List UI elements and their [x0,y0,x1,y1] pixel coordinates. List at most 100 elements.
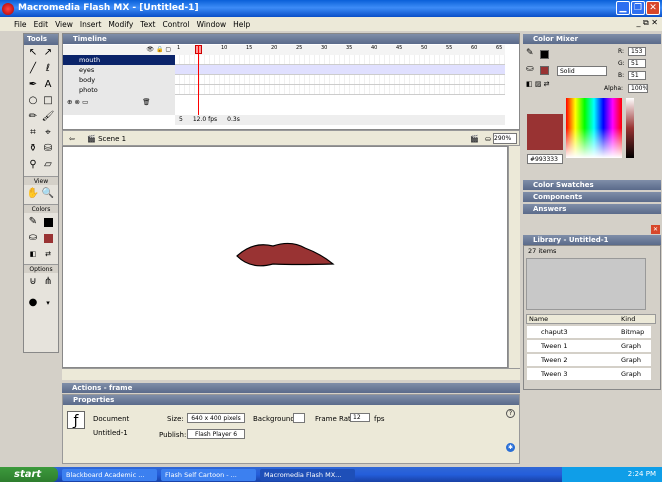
line-tool-icon[interactable]: ╱ [26,62,40,76]
scene-name[interactable]: Scene 1 [98,135,126,143]
stroke-color-icon[interactable]: ✎ [26,215,40,229]
fill-bucket-icon[interactable]: ⛀ [526,64,534,74]
pen-tool-icon[interactable]: ✒ [26,78,40,92]
frames-grid[interactable]: 1 5 10 15 20 25 30 35 40 45 50 55 60 65 [175,45,505,115]
brush-size-icon[interactable]: ● [26,296,40,310]
actions-panel-header[interactable]: Actions - frame [62,383,520,393]
hex-field[interactable]: #993333 [527,154,563,164]
eraser-tool-icon[interactable]: ▱ [41,158,55,172]
menu-file[interactable]: File [14,20,27,29]
frame-row[interactable] [175,65,505,75]
fill-color-icon[interactable]: ⛀ [26,231,40,245]
column-kind[interactable]: Kind [621,315,635,324]
mouth-shape[interactable] [63,147,507,367]
fill-color-swatch[interactable] [44,234,53,243]
background-color-swatch[interactable] [293,413,305,423]
frame-rate-field[interactable] [350,413,370,422]
brush-tool-icon[interactable]: 🖌 [41,110,55,124]
menu-view[interactable]: View [55,20,73,29]
close-button[interactable]: ✕ [646,1,660,15]
color-mixer-header[interactable]: Color Mixer [523,34,661,44]
mixer-reset-icons[interactable]: ◧ ▨ ⇄ [526,80,550,88]
edit-symbol-icon[interactable]: ⛀ [485,131,491,147]
stage-vertical-scrollbar[interactable] [508,146,520,368]
green-field[interactable] [628,59,646,68]
publish-settings-button[interactable]: Flash Player 6 [187,429,245,439]
menu-insert[interactable]: Insert [80,20,102,29]
size-button[interactable]: 640 x 400 pixels [187,413,245,423]
stage-horizontal-scrollbar[interactable] [62,368,520,380]
components-header[interactable]: Components [523,192,661,202]
layer-row[interactable]: body [63,75,175,85]
tools-panel-header[interactable]: Tools [24,34,58,45]
default-colors-icon[interactable]: ◧ [26,247,40,261]
zoom-tool-icon[interactable]: 🔍 [41,187,55,201]
swap-colors-icon[interactable]: ⇄ [41,247,55,261]
brightness-slider[interactable] [626,98,634,158]
menu-modify[interactable]: Modify [108,20,133,29]
delete-layer-icon[interactable]: 🗑 [142,98,150,106]
color-spectrum[interactable] [566,98,622,158]
taskbar-item[interactable]: Macromedia Flash MX... [260,468,355,481]
library-header[interactable]: Library - Untitled-1 [523,235,661,245]
zoom-select[interactable]: 290% [493,133,517,144]
menu-window[interactable]: Window [197,20,227,29]
stroke-color-swatch[interactable] [44,218,53,227]
layer-row[interactable]: mouth [63,55,175,65]
eyedropper-tool-icon[interactable]: ⚲ [26,158,40,172]
list-item[interactable]: Tween 1 Graph [527,340,651,352]
menu-text[interactable]: Text [140,20,155,29]
add-layer-icon[interactable]: ⊕ [67,98,72,106]
taskbar-item[interactable]: Blackboard Academic ... [62,468,157,481]
red-field[interactable] [628,47,646,56]
column-name[interactable]: Name [527,315,548,323]
pencil-tool-icon[interactable]: ✏ [26,110,40,124]
lasso-tool-icon[interactable]: ℓ [41,62,55,76]
add-guide-icon[interactable]: ⊗ [75,98,80,106]
help-icon[interactable]: ? [506,409,515,418]
flash-app-icon[interactable] [2,3,14,15]
menu-control[interactable]: Control [162,20,189,29]
back-arrow-icon[interactable]: ⇦ [69,135,75,143]
alpha-field[interactable] [628,84,648,93]
ink-bottle-tool-icon[interactable]: ⚱ [26,142,40,156]
layer-row[interactable]: photo [63,85,175,95]
blue-field[interactable] [628,71,646,80]
frame-row[interactable] [175,85,505,95]
frame-row[interactable] [175,75,505,85]
text-tool-icon[interactable]: A [41,78,55,92]
list-item[interactable]: chaput3 Bitmap [527,326,651,338]
properties-header[interactable]: Properties [63,395,519,405]
answers-header[interactable]: Answers [523,204,661,214]
edit-scene-icon[interactable]: 🎬 [470,131,479,147]
taskbar-item[interactable]: Flash Self Cartoon - ... [161,468,256,481]
fill-style-select[interactable]: Solid [557,66,607,76]
stroke-pencil-icon[interactable]: ✎ [526,48,534,58]
chevron-down-icon[interactable]: ▾ [41,296,55,310]
timeline-header[interactable]: Timeline [63,34,519,44]
subselect-tool-icon[interactable]: ↗ [41,46,55,60]
rectangle-tool-icon[interactable]: □ [41,94,55,108]
menu-edit[interactable]: Edit [34,20,49,29]
document-window-controls[interactable]: _ ⧉ ✕ [636,18,658,28]
layer-row[interactable]: eyes [63,65,175,75]
free-transform-tool-icon[interactable]: ⌗ [26,126,40,140]
library-close-icon[interactable]: ✕ [651,225,660,234]
minimize-button[interactable]: ▁ [616,1,630,15]
color-swatches-header[interactable]: Color Swatches [523,180,661,190]
maximize-button[interactable]: ❐ [631,1,645,15]
accessibility-icon[interactable]: ✱ [506,443,515,452]
smooth-icon[interactable]: ⋔ [41,275,55,289]
list-item[interactable]: Tween 2 Graph [527,354,651,366]
hand-tool-icon[interactable]: ✋ [26,187,40,201]
stage-canvas[interactable] [62,146,508,368]
menu-help[interactable]: Help [233,20,250,29]
add-folder-icon[interactable]: ▭ [82,98,88,106]
arrow-tool-icon[interactable]: ↖ [26,46,40,60]
oval-tool-icon[interactable]: ○ [26,94,40,108]
fill-transform-tool-icon[interactable]: ⌖ [41,126,55,140]
mixer-fill-swatch[interactable] [540,66,549,75]
paint-bucket-tool-icon[interactable]: ⛁ [41,142,55,156]
frame-row[interactable] [175,55,505,65]
start-button[interactable]: start [0,467,58,482]
